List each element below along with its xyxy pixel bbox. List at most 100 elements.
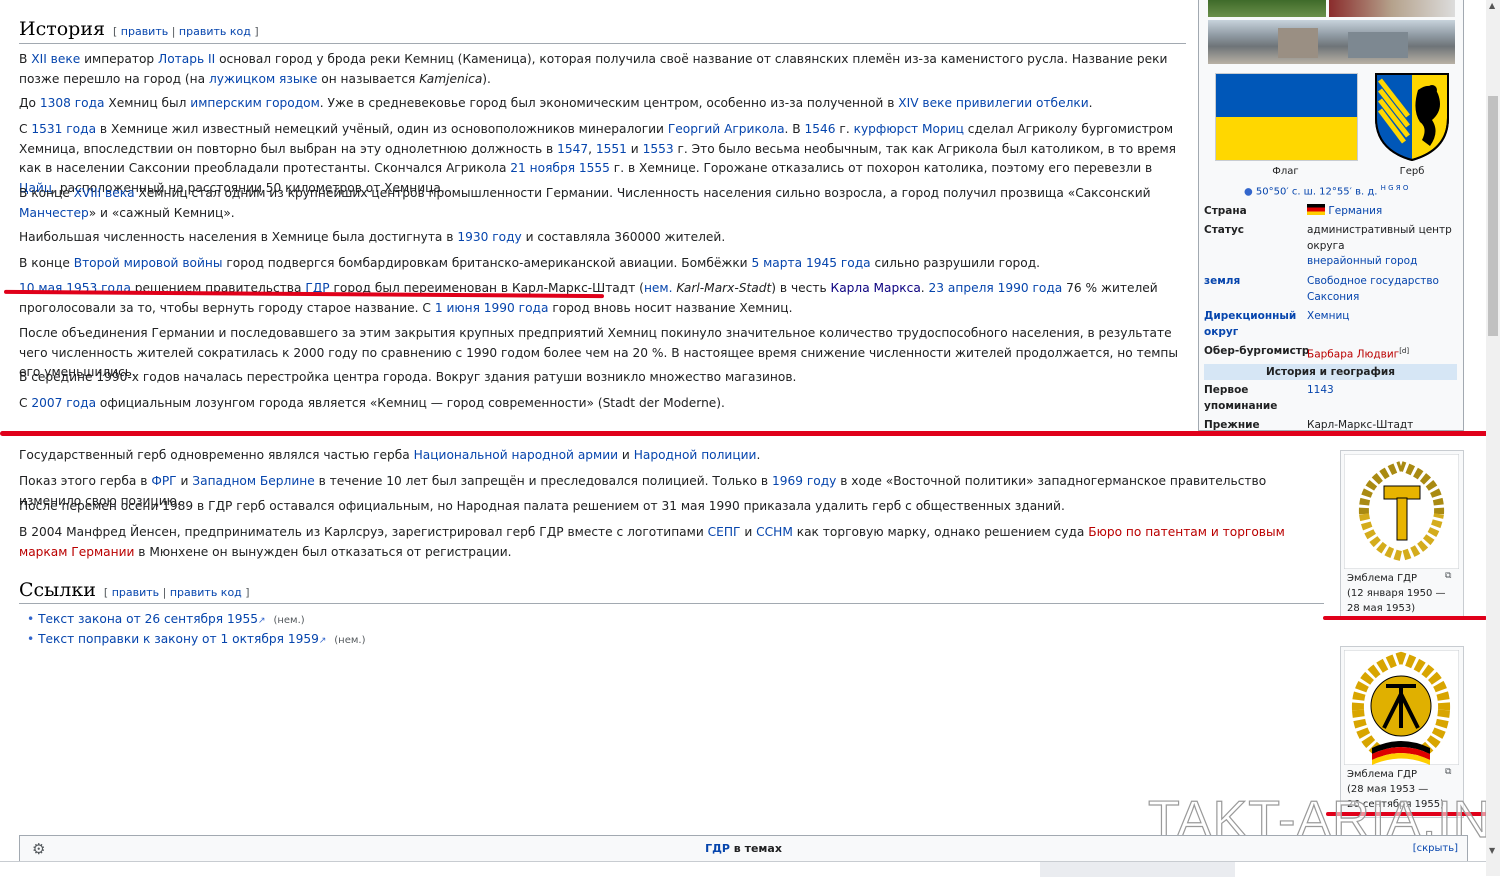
link-german-lang[interactable]: нем.	[644, 281, 673, 295]
link-imperial-city[interactable]: имперским городом	[190, 96, 320, 110]
link-xii-century[interactable]: XII веке	[31, 52, 80, 66]
link-ww2[interactable]: Второй мировой войны	[74, 256, 223, 270]
link-agricola[interactable]: Георгий Агрикола	[668, 122, 785, 136]
mayor-value: Барбара Людвиг[d]	[1307, 344, 1457, 363]
navbox: ⚙ ГДР в темах [скрыть]	[19, 835, 1468, 863]
link-nva[interactable]: Национальной народной армии	[414, 448, 618, 462]
link-5-march[interactable]: 5 марта	[751, 256, 802, 270]
link-kreisfreie[interactable]: внерайонный город	[1307, 255, 1417, 267]
link-1945[interactable]: 1945 года	[806, 256, 871, 270]
flag-image[interactable]	[1215, 73, 1358, 161]
link-karl-marx[interactable]: Карла Маркса	[831, 281, 921, 295]
links-edit-links: [ править | править код ]	[103, 586, 250, 599]
emblem1-caption-date1: (12 января 1950 —	[1347, 588, 1446, 599]
link-lothar[interactable]: Лотарь II	[158, 52, 215, 66]
scrollbar-thumb[interactable]	[1488, 96, 1498, 336]
navbox-title: ГДР в темах	[705, 842, 782, 855]
scroll-down-arrow[interactable]: ▼	[1489, 846, 1495, 855]
link-sorbian[interactable]: лужицком языке	[209, 72, 317, 86]
navbox-gdr-link[interactable]: ГДР	[705, 842, 730, 855]
coords-service-links[interactable]: H G Я O	[1381, 184, 1409, 192]
edit-link[interactable]: править	[121, 25, 168, 38]
link-district-label[interactable]: Дирекционный округ	[1204, 310, 1296, 338]
city-photo-1[interactable]	[1208, 0, 1326, 17]
link-1969[interactable]: 1969 году	[772, 474, 836, 488]
germany-flag-icon	[1307, 204, 1325, 215]
chemnitz-coat-of-arms[interactable]	[1372, 70, 1452, 162]
history-paragraph-1: В XII веке император Лотарь II основал г…	[19, 52, 1168, 86]
link-sed[interactable]: СЕПГ	[708, 525, 741, 539]
city-photo-2[interactable]	[1329, 0, 1455, 17]
link-1308[interactable]: 1308 года	[40, 96, 105, 110]
history-paragraph-10: С 2007 года официальным лозунгом города …	[19, 396, 725, 410]
link-1990b[interactable]: 1990 года	[484, 301, 549, 315]
history-paragraph-9: В середине 1990-х годов началась перестр…	[19, 370, 797, 384]
scrollbar[interactable]: ▲ ▼	[1486, 0, 1500, 876]
link-1555[interactable]: 1555	[579, 161, 610, 175]
country-value[interactable]: Германия	[1307, 204, 1457, 220]
law-1955-link[interactable]: Текст закона от 26 сентября 1955	[38, 612, 258, 626]
row-former-names: Прежние	[1204, 419, 1260, 431]
link-germany[interactable]: Германия	[1328, 205, 1382, 217]
link-west-berlin[interactable]: Западном Берлине	[192, 474, 314, 488]
emblem2-caption-title: Эмблема ГДР	[1347, 769, 1418, 780]
link-1546[interactable]: 1546	[805, 122, 836, 136]
former-names-value: Карл-Маркс-Штадт	[1307, 419, 1414, 431]
coordinates[interactable]: ● 50°50′ с. ш. 12°55′ в. д. H G Я O	[1244, 184, 1408, 197]
row-first-mention: Первое упоминание	[1204, 384, 1278, 412]
history-heading: История [ править | править код ]	[19, 18, 259, 40]
link-1531[interactable]: 1531 года	[31, 122, 96, 136]
history-title: История	[19, 18, 105, 40]
infobox: Флаг Герб ● 50°50′ с. ш. 12°55′ в. д. H …	[1198, 0, 1464, 431]
link-1143[interactable]: 1143	[1307, 384, 1334, 396]
history-paragraph-4: В конце XVIII века Хемниц стал одним из …	[19, 186, 1151, 220]
navbox-hide-link[interactable]: [скрыть]	[1413, 843, 1458, 854]
lang-marker: (нем.)	[273, 615, 305, 626]
edit-code-link[interactable]: править код	[179, 25, 251, 38]
history-divider	[19, 43, 1186, 44]
land-value: Свободное государство Саксония	[1307, 274, 1457, 305]
link-1-june[interactable]: 1 июня	[435, 301, 480, 315]
row-mayor: Обер-бургомистр	[1204, 345, 1310, 357]
scroll-up-arrow[interactable]: ▲	[1489, 1, 1495, 10]
gdr-emblem-1950[interactable]	[1344, 454, 1459, 569]
link-1551[interactable]: 1551	[596, 142, 627, 156]
link-1553[interactable]: 1553	[643, 142, 674, 156]
law-1959-link[interactable]: Текст поправки к закону от 1 октября 195…	[38, 632, 319, 646]
city-photo-3[interactable]	[1208, 20, 1455, 64]
row-status: Статус	[1204, 224, 1245, 236]
district-value: Хемниц	[1307, 309, 1457, 325]
enlarge-icon[interactable]: ⧉	[1445, 571, 1451, 581]
annotation-separator	[0, 431, 1500, 436]
enlarge-icon[interactable]: ⧉	[1445, 767, 1451, 777]
status-value: административный центр округа внерайонны…	[1307, 224, 1452, 267]
gdr-paragraph-1: Государственный герб одновременно являлс…	[19, 448, 761, 462]
row-country: Страна	[1204, 205, 1247, 217]
annotation-underline-emblem1	[1323, 616, 1487, 620]
link-1547[interactable]: 1547	[557, 142, 588, 156]
wikidata-ref[interactable]: [d]	[1399, 347, 1409, 355]
emblem1-caption-date2: 28 мая 1953)	[1347, 603, 1416, 614]
link-mayor[interactable]: Барбара Людвиг	[1307, 349, 1399, 361]
link-xiv-century[interactable]: XIV веке	[898, 96, 952, 110]
link-frg[interactable]: ФРГ	[151, 474, 176, 488]
links-edit-code-link[interactable]: править код	[170, 586, 242, 599]
link-moritz[interactable]: курфюрст Мориц	[854, 122, 964, 136]
link-police[interactable]: Народной полиции	[634, 448, 757, 462]
links-edit-link[interactable]: править	[112, 586, 159, 599]
row-district: Дирекционный округ	[1204, 309, 1296, 340]
link-fdj[interactable]: ССНМ	[756, 525, 793, 539]
link-1930[interactable]: 1930 году	[457, 230, 521, 244]
link-bleaching[interactable]: привилегии отбелки	[956, 96, 1089, 110]
gdr-emblem-1953[interactable]	[1344, 650, 1459, 765]
link-chemnitz-district[interactable]: Хемниц	[1307, 310, 1349, 322]
link-1990a[interactable]: 1990 года	[998, 281, 1063, 295]
link-23-april[interactable]: 23 апреля	[929, 281, 994, 295]
link-2007[interactable]: 2007 года	[31, 396, 96, 410]
link-manchester[interactable]: Манчестер	[19, 206, 89, 220]
coa-caption: Герб	[1399, 166, 1425, 177]
link-21-november[interactable]: 21 ноября	[510, 161, 575, 175]
link-land-label[interactable]: земля	[1204, 275, 1240, 287]
link-xviii-century[interactable]: XVIII века	[74, 186, 135, 200]
link-saxony[interactable]: Свободное государство Саксония	[1307, 275, 1439, 303]
